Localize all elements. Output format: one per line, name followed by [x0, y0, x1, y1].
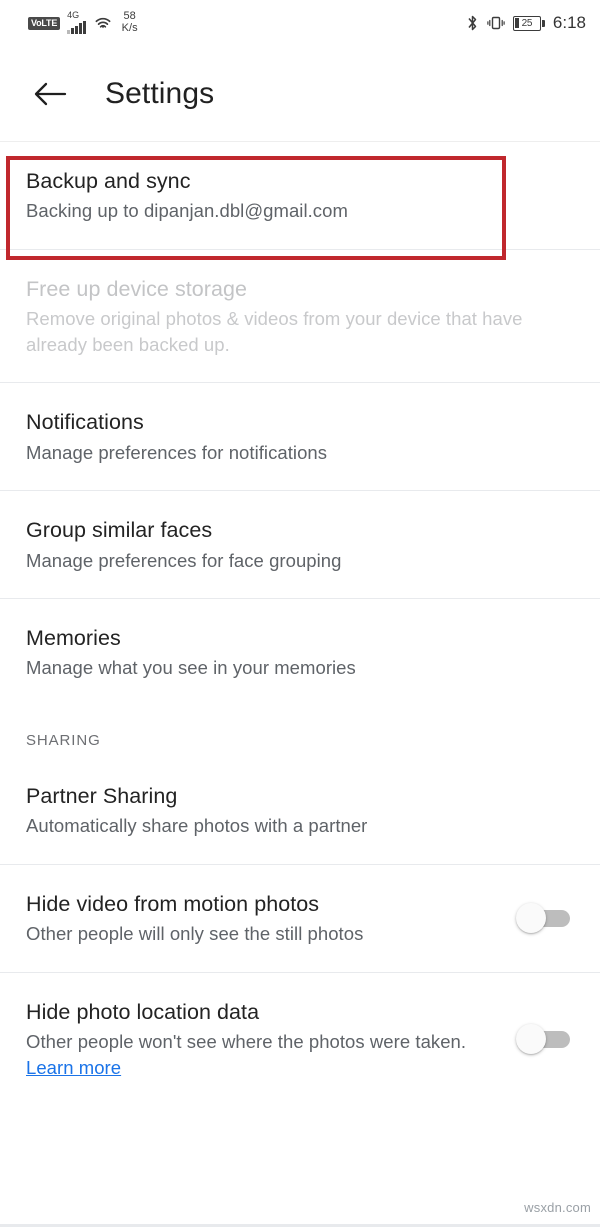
learn-more-link[interactable]: Learn more — [26, 1057, 121, 1078]
bluetooth-icon — [466, 14, 479, 32]
toggle-hide-video-from-motion-photos[interactable] — [516, 901, 574, 935]
setting-row-group-similar-faces[interactable]: Group similar faces Manage preferences f… — [0, 491, 600, 599]
setting-row-hide-video-from-motion-photos[interactable]: Hide video from motion photos Other peop… — [0, 864, 600, 972]
status-bar: VoLTE 4G 58 K/s 25 6:18 — [0, 0, 600, 46]
battery-icon: 25 — [512, 15, 545, 31]
row-title: Partner Sharing — [26, 783, 178, 808]
row-title: Hide video from motion photos — [26, 891, 320, 916]
setting-row-partner-sharing[interactable]: Partner Sharing Automatically share phot… — [0, 756, 600, 864]
status-bar-clock: 6:18 — [552, 13, 586, 32]
row-subtitle: Other people will only see the still pho… — [26, 923, 364, 945]
row-title: Memories — [26, 626, 121, 651]
status-bar-left: VoLTE 4G 58 K/s — [28, 11, 138, 34]
row-subtitle: Backing up to dipanjan.dbl@gmail.com — [26, 200, 348, 222]
setting-row-hide-photo-location-data[interactable]: Hide photo location data Other people wo… — [0, 972, 600, 1106]
row-subtitle: Manage what you see in your memories — [26, 657, 356, 679]
back-arrow-icon[interactable] — [28, 72, 72, 116]
row-title: Notifications — [26, 410, 144, 435]
section-header-sharing: SHARING — [26, 731, 101, 749]
data-speed-unit: K/s — [121, 22, 138, 34]
page-title: Settings — [105, 76, 215, 110]
settings-screen: VoLTE 4G 58 K/s 25 6:18 Settings Backup … — [0, 0, 600, 1227]
watermark: wsxdn.com — [524, 1200, 591, 1215]
row-subtitle: Manage preferences for notifications — [26, 441, 328, 463]
toggle-hide-photo-location-data[interactable] — [516, 1022, 574, 1056]
row-subtitle: Manage preferences for face grouping — [26, 549, 342, 571]
row-subtitle-wrapper: Other people won't see where the photos … — [26, 1029, 498, 1080]
battery-percent-label: 25 — [521, 17, 533, 29]
toggle-thumb — [516, 1023, 546, 1054]
row-title: Backup and sync — [26, 169, 191, 193]
setting-row-notifications[interactable]: Notifications Manage preferences for not… — [0, 383, 600, 491]
data-speed-indicator: 58 K/s — [122, 11, 138, 34]
row-title: Free up device storage — [26, 276, 248, 301]
row-subtitle: Other people won't see where the photos … — [26, 1031, 467, 1053]
row-title: Hide photo location data — [26, 999, 260, 1024]
status-bar-right: 25 6:18 — [466, 13, 586, 33]
row-title: Group similar faces — [26, 518, 213, 543]
volte-icon: VoLTE — [28, 16, 61, 30]
settings-list: Backup and sync Backing up to dipanjan.d… — [0, 142, 600, 1106]
setting-row-backup-and-sync[interactable]: Backup and sync Backing up to dipanjan.d… — [0, 142, 600, 249]
vibrate-icon — [487, 14, 505, 32]
app-bar: Settings — [0, 46, 600, 142]
wifi-icon — [93, 15, 113, 31]
cellular-signal-icon: 4G — [67, 10, 86, 34]
toggle-thumb — [516, 903, 546, 934]
row-subtitle: Remove original photos & videos from you… — [26, 308, 523, 355]
network-type-label: 4G — [67, 10, 80, 20]
setting-row-free-up-device-storage: Free up device storage Remove original p… — [0, 249, 600, 383]
signal-bars — [67, 20, 86, 34]
setting-row-memories[interactable]: Memories Manage what you see in your mem… — [0, 599, 600, 706]
row-subtitle: Automatically share photos with a partne… — [26, 815, 368, 837]
